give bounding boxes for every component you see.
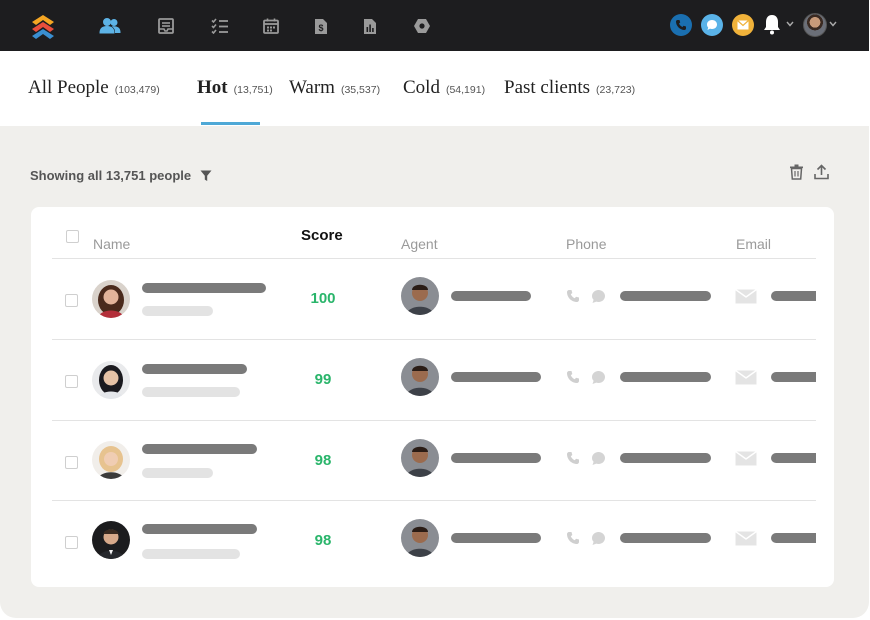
row-checkbox[interactable]	[65, 375, 78, 388]
user-avatar[interactable]	[803, 13, 827, 37]
column-header-name[interactable]: Name	[93, 236, 130, 252]
name-placeholder	[142, 283, 266, 293]
tab-past-clients[interactable]: Past clients (23,723)	[504, 77, 635, 99]
chevron-down-icon[interactable]	[829, 21, 837, 27]
agent-name-placeholder	[451, 291, 531, 301]
phone-placeholder	[620, 291, 711, 301]
name-placeholder	[142, 524, 257, 534]
tasks-icon[interactable]	[209, 15, 231, 37]
subtitle-placeholder	[142, 549, 240, 559]
people-table: Name Score Agent Phone Email 100 99 98 9…	[31, 207, 834, 587]
subtitle-placeholder	[142, 306, 213, 316]
table-row[interactable]: 99	[31, 340, 834, 420]
tab-hot[interactable]: Hot (13,751)	[197, 77, 273, 99]
column-header-agent[interactable]: Agent	[401, 236, 438, 252]
results-summary: Showing all 13,751 people	[30, 168, 212, 183]
agent-avatar[interactable]	[401, 519, 439, 557]
person-avatar[interactable]	[92, 441, 130, 479]
notifications-bell-icon[interactable]	[762, 13, 782, 35]
phone-placeholder	[620, 453, 711, 463]
tab-label: Cold	[403, 77, 440, 98]
lead-score: 99	[314, 371, 332, 388]
people-icon[interactable]	[99, 15, 121, 37]
reports-icon[interactable]	[359, 15, 381, 37]
lead-score: 98	[314, 532, 332, 549]
tab-count: (103,479)	[114, 84, 160, 96]
lead-score: 100	[310, 290, 336, 307]
tab-count: (54,191)	[445, 84, 486, 96]
agent-avatar[interactable]	[401, 439, 439, 477]
chat-icon[interactable]	[591, 289, 606, 304]
top-nav-bar: $	[0, 0, 869, 51]
email-placeholder	[771, 533, 816, 543]
mail-icon[interactable]	[735, 531, 757, 546]
app-logo-icon[interactable]	[29, 13, 57, 41]
chat-icon[interactable]	[591, 531, 606, 546]
row-checkbox[interactable]	[65, 536, 78, 549]
app-frame: $ All People (103,479) Hot (13,751) Warm…	[0, 0, 869, 618]
people-tabs: All People (103,479) Hot (13,751) Warm (35,…	[0, 51, 869, 126]
trash-icon[interactable]	[789, 164, 804, 180]
tab-count: (23,723)	[596, 84, 636, 96]
calendar-icon[interactable]	[260, 15, 282, 37]
chat-action-icon[interactable]	[701, 14, 723, 36]
tab-cold[interactable]: Cold (54,191)	[403, 77, 485, 99]
filter-icon[interactable]	[200, 170, 212, 182]
subtitle-placeholder	[142, 387, 240, 397]
email-placeholder	[771, 372, 816, 382]
showing-count-text: Showing all 13,751 people	[30, 168, 192, 183]
tab-label: Hot	[197, 77, 228, 98]
lead-score: 98	[314, 452, 332, 469]
phone-action-icon[interactable]	[670, 14, 692, 36]
phone-placeholder	[620, 372, 711, 382]
person-avatar[interactable]	[92, 280, 130, 318]
email-placeholder	[771, 291, 816, 301]
mail-icon[interactable]	[735, 289, 757, 304]
agent-avatar[interactable]	[401, 358, 439, 396]
phone-icon[interactable]	[566, 531, 580, 545]
svg-text:$: $	[318, 23, 323, 33]
tab-count: (35,537)	[340, 84, 381, 96]
table-row[interactable]: 98	[31, 421, 834, 501]
person-avatar[interactable]	[92, 361, 130, 399]
chat-icon[interactable]	[591, 370, 606, 385]
active-tab-indicator	[201, 122, 260, 125]
table-row[interactable]: 100	[31, 259, 834, 339]
mail-icon[interactable]	[735, 451, 757, 466]
deals-icon[interactable]: $	[310, 15, 332, 37]
name-placeholder	[142, 364, 247, 374]
email-action-icon[interactable]	[732, 14, 754, 36]
row-checkbox[interactable]	[65, 294, 78, 307]
agent-name-placeholder	[451, 372, 541, 382]
row-checkbox[interactable]	[65, 456, 78, 469]
tab-label: All People	[28, 77, 109, 98]
phone-icon[interactable]	[566, 289, 580, 303]
agent-avatar[interactable]	[401, 277, 439, 315]
subtitle-placeholder	[142, 468, 213, 478]
tab-label: Warm	[289, 77, 335, 98]
notes-icon[interactable]	[155, 15, 177, 37]
person-avatar[interactable]	[92, 521, 130, 559]
mail-icon[interactable]	[735, 370, 757, 385]
select-all-checkbox[interactable]	[66, 230, 79, 243]
column-header-phone[interactable]: Phone	[566, 236, 606, 252]
chevron-down-icon[interactable]	[786, 21, 794, 27]
phone-placeholder	[620, 533, 711, 543]
phone-icon[interactable]	[566, 451, 580, 465]
settings-icon[interactable]	[411, 15, 433, 37]
tab-label: Past clients	[504, 77, 591, 98]
email-placeholder	[771, 453, 816, 463]
agent-name-placeholder	[451, 533, 541, 543]
export-icon[interactable]	[814, 164, 829, 180]
tab-warm[interactable]: Warm (35,537)	[289, 77, 380, 99]
tab-all-people[interactable]: All People (103,479)	[28, 77, 160, 99]
agent-name-placeholder	[451, 453, 541, 463]
phone-icon[interactable]	[566, 370, 580, 384]
chat-icon[interactable]	[591, 451, 606, 466]
column-header-score[interactable]: Score	[301, 227, 343, 244]
table-row[interactable]: 98	[31, 501, 834, 581]
name-placeholder	[142, 444, 257, 454]
tab-count: (13,751)	[233, 84, 273, 96]
column-header-email[interactable]: Email	[736, 236, 771, 252]
